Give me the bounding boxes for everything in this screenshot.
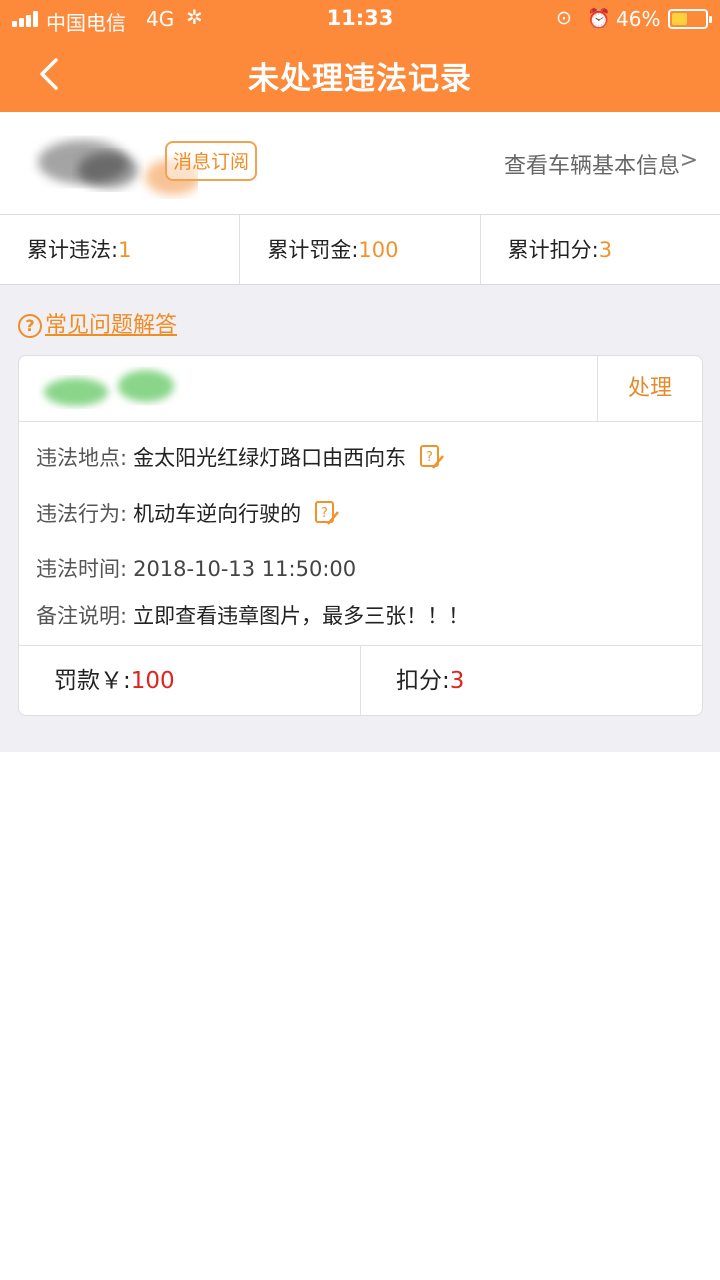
view-photos-link[interactable]: 立即查看违章图片，最多三张！！！ [133,604,469,628]
total-violations-value: 1 [118,238,132,262]
time-row: 违法时间: 2018-10-13 11:50:00 [36,557,357,581]
svg-text:?: ? [321,506,328,521]
fine-amount: 罚款￥:100 [19,646,361,715]
total-fines: 累计罚金:100 [240,215,481,284]
rotation-lock-icon: ⊙ [556,7,572,29]
battery-icon [668,9,712,29]
note-row: 备注说明: 立即查看违章图片，最多三张！！！ [36,604,470,628]
total-points-value: 3 [598,238,613,262]
alarm-icon: ⏰ [587,8,611,30]
edit-note-icon[interactable]: ? [419,444,445,470]
total-fines-value: 100 [358,238,399,262]
app-header: 中国电信 4G ✲ 11:33 ⊙ ⏰ 46% 未处理违法记录 [0,0,720,112]
behavior-value: 机动车逆向行驶的 [133,502,302,526]
location-row: 违法地点: 金太阳光红绿灯路口由西向东 ? [36,442,445,472]
svg-text:?: ? [426,450,433,465]
points-value: 3 [449,668,465,694]
total-points: 累计扣分:3 [507,238,613,262]
chevron-right-icon: > [679,148,698,173]
fine-value: 100 [130,668,175,694]
time-value: 2018-10-13 11:50:00 [133,557,357,581]
status-time: 11:33 [326,6,394,30]
total-violations: 累计违法:1 [0,215,241,284]
edit-note-icon[interactable]: ? [314,500,340,526]
status-bar: 中国电信 4G ✲ 11:33 ⊙ ⏰ 46% [0,0,720,38]
violation-card: 处理 违法地点: 金太阳光红绿灯路口由西向东 ? 违法行为: 机动车逆向行驶的 ? … [18,355,703,716]
question-icon: ? [18,314,42,338]
battery-percent: 46% [616,7,661,31]
location-value: 金太阳光红绿灯路口由西向东 [133,446,407,470]
summary-bar: 累计违法:1 累计罚金:100 累计扣分:3 [0,215,720,285]
faq-link[interactable]: ? 常见问题解答 [18,307,177,339]
subscribe-button[interactable]: 消息订阅 [165,141,258,181]
card-header: 处理 [19,356,702,422]
redacted-record-id [44,370,174,406]
card-footer: 罚款￥:100 扣分:3 [19,645,702,715]
behavior-row: 违法行为: 机动车逆向行驶的 ? [36,498,340,528]
process-button[interactable]: 处理 [597,356,702,422]
vehicle-row[interactable]: 消息订阅 查看车辆基本信息 > [0,112,720,215]
page-title: 未处理违法记录 [248,61,472,97]
penalty-points: 扣分:3 [396,668,465,694]
records-section: ? 常见问题解答 处理 违法地点: 金太阳光红绿灯路口由西向东 ? 违法行为: 机动车… [0,285,720,752]
vehicle-info-link[interactable]: 查看车辆基本信息 [504,148,680,180]
